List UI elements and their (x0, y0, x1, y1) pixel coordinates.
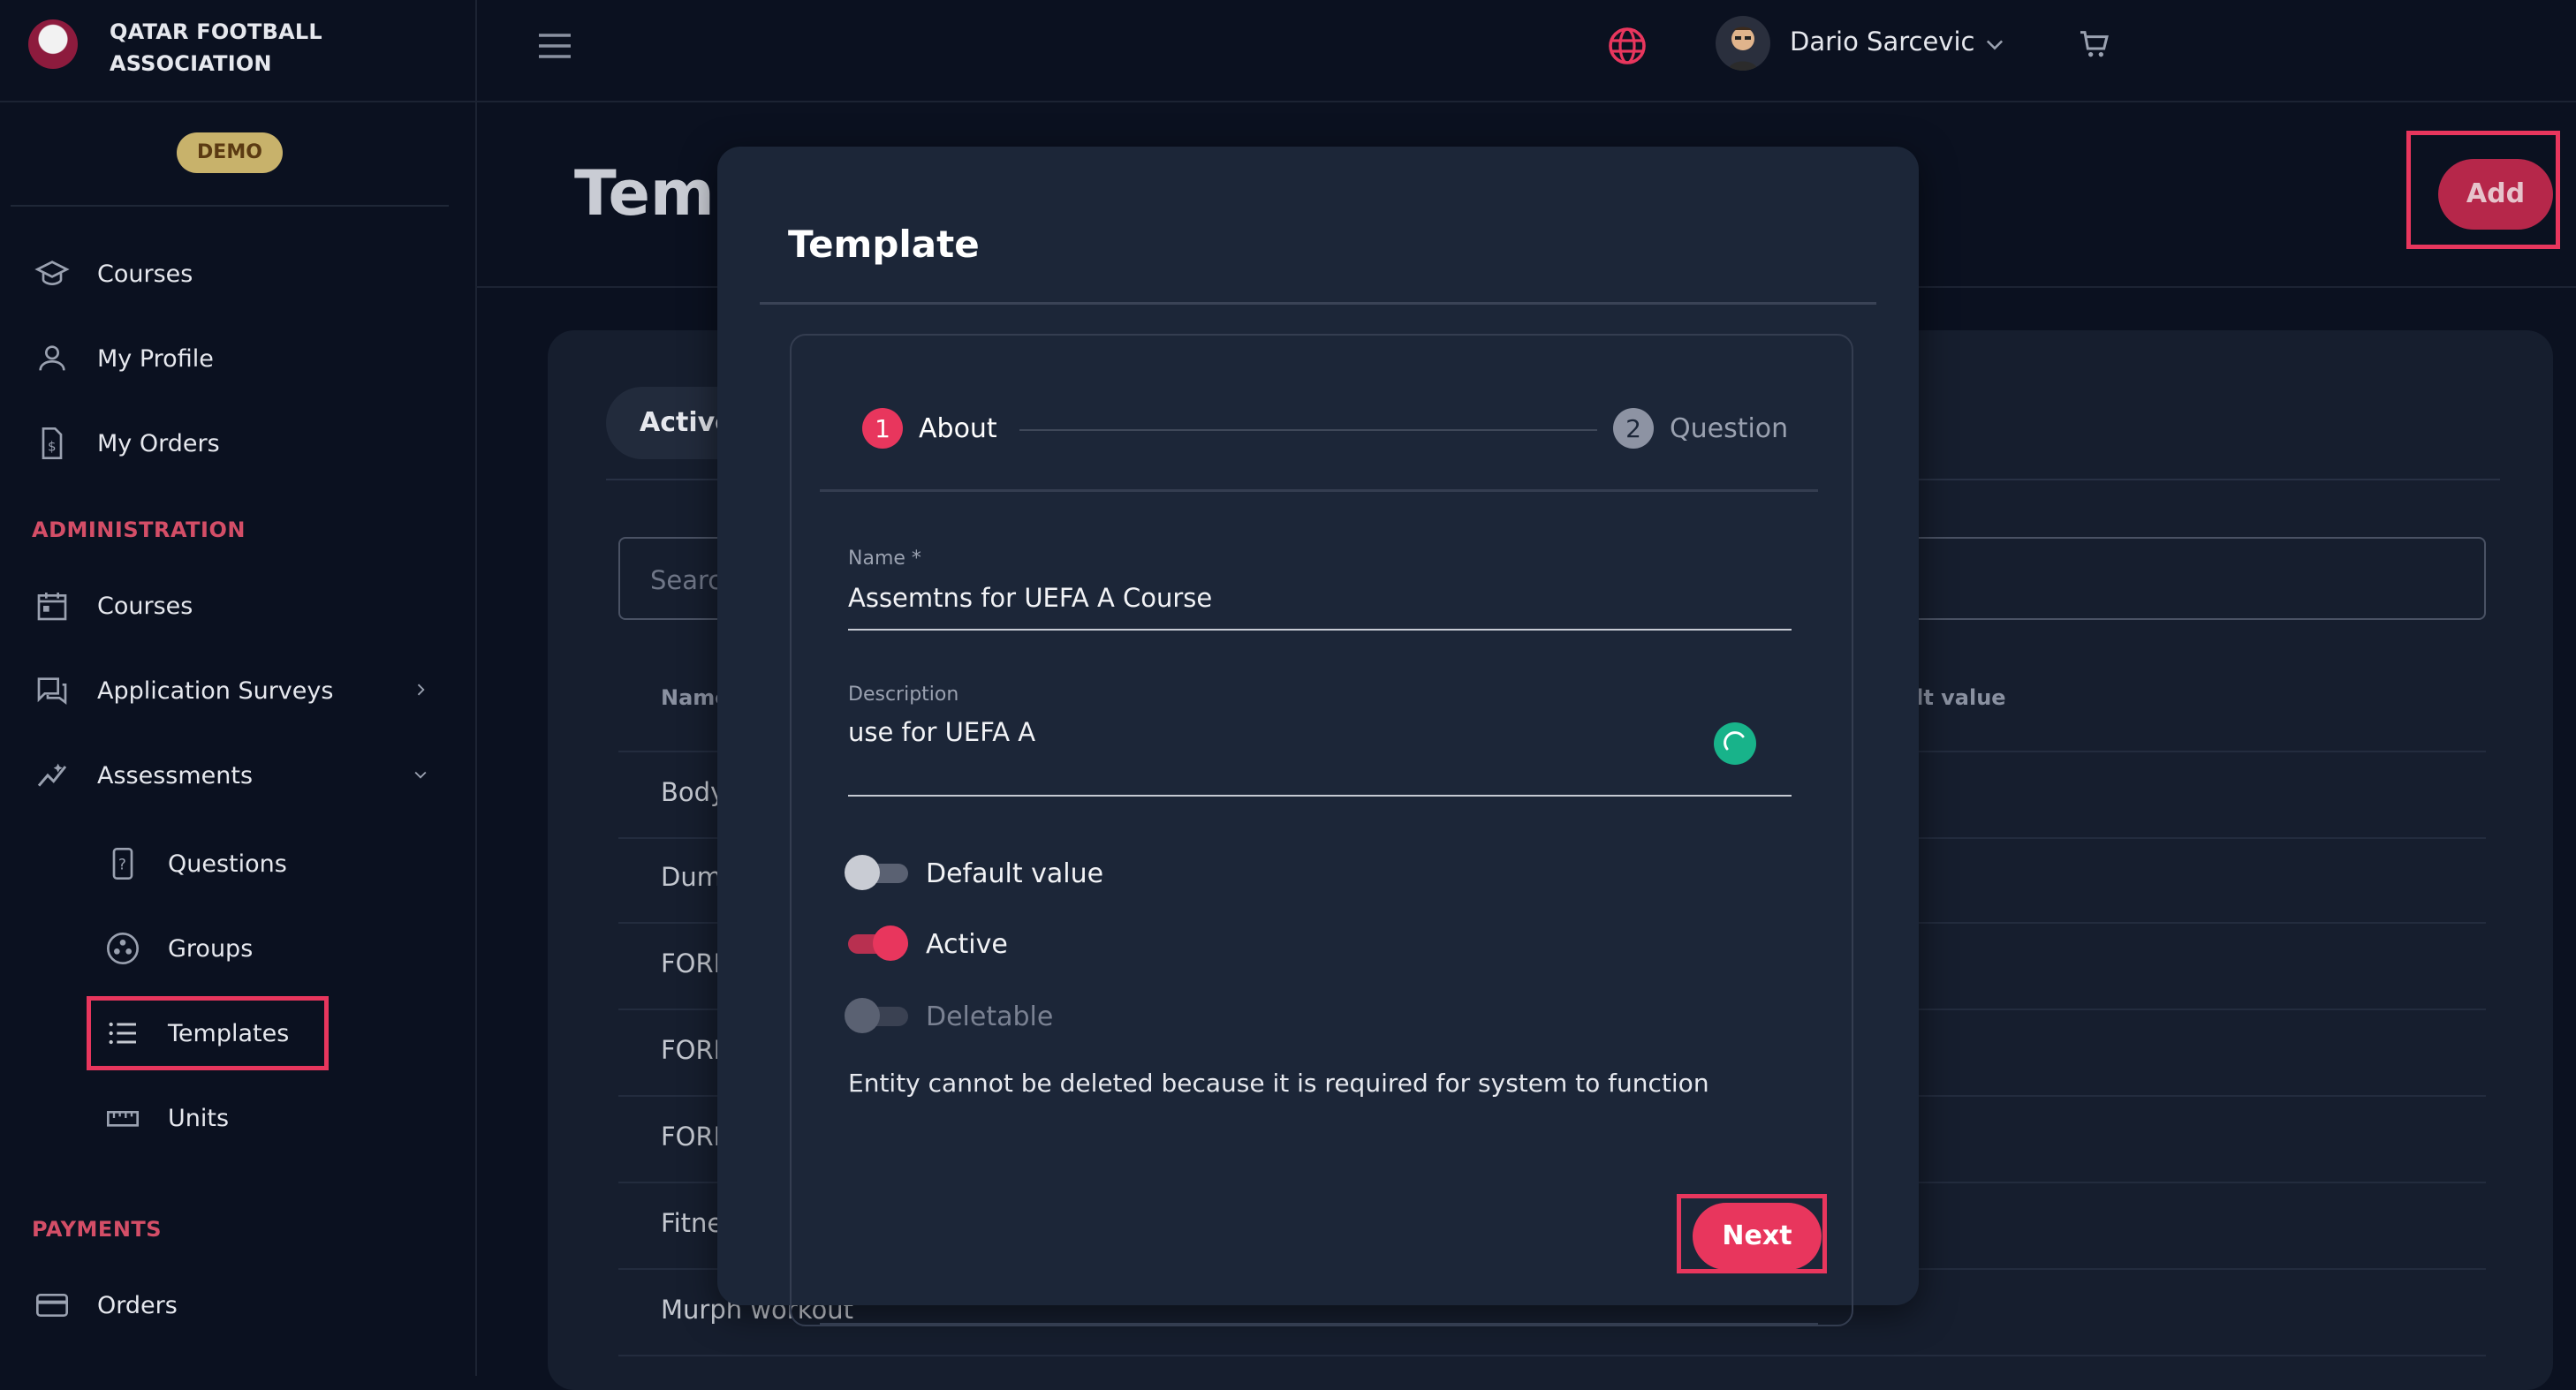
calendar-icon (32, 585, 72, 626)
sidebar-item-label: My Profile (97, 344, 214, 373)
deletable-note: Entity cannot be deleted because it is r… (848, 1069, 1709, 1098)
groups-icon (102, 928, 143, 969)
actions-divider (820, 1323, 1818, 1326)
modal-divider (760, 302, 1876, 305)
deletable-label: Deletable (926, 1001, 1054, 1032)
loading-spinner-icon (1714, 722, 1756, 765)
brand-name: QATAR FOOTBALL ASSOCIATION (110, 16, 322, 79)
chevron-down-icon[interactable] (1982, 32, 2007, 57)
svg-text:?: ? (118, 857, 126, 873)
top-bar (477, 0, 2576, 102)
description-field[interactable]: use for UEFA A (848, 717, 1035, 747)
section-administration: ADMINISTRATION (32, 517, 246, 542)
section-payments: PAYMENTS (32, 1217, 163, 1242)
step-2-label: Question (1670, 412, 1789, 444)
menu-icon[interactable] (537, 32, 572, 60)
question-doc-icon: ? (102, 843, 143, 884)
user-icon (32, 338, 72, 379)
sidebar: QATAR FOOTBALL ASSOCIATION DEMO Courses … (0, 0, 477, 1376)
invoice-icon: $ (32, 423, 72, 464)
deletable-toggle (845, 998, 908, 1033)
chevron-down-icon (412, 762, 429, 789)
avatar[interactable] (1716, 16, 1770, 71)
sidebar-item-my-profile[interactable]: My Profile (32, 334, 214, 383)
user-name[interactable]: Dario Sarcevic (1790, 26, 1974, 57)
toggle-knob (873, 925, 908, 961)
brand-name-line2: ASSOCIATION (110, 51, 272, 76)
globe-icon[interactable] (1606, 25, 1648, 67)
graduation-cap-icon (32, 253, 72, 294)
sidebar-item-label: Questions (168, 850, 287, 878)
card-icon (32, 1285, 72, 1326)
add-highlight (2406, 131, 2560, 249)
name-field-label: Name * (848, 548, 921, 570)
default-value-toggle[interactable] (845, 855, 908, 890)
sidebar-item-courses[interactable]: Courses (32, 249, 193, 298)
chart-line-icon (32, 755, 72, 796)
name-field[interactable]: Assemtns for UEFA A Course (848, 583, 1212, 613)
description-field-underline (848, 795, 1792, 797)
cart-icon[interactable] (2076, 26, 2111, 62)
default-value-label: Default value (926, 858, 1104, 889)
sidebar-item-groups[interactable]: Groups (102, 924, 253, 973)
sidebar-item-label: Courses (97, 592, 193, 620)
step-1-label: About (919, 412, 997, 444)
step-1-number: 1 (862, 408, 903, 449)
sidebar-item-assessments[interactable]: Assessments (32, 751, 429, 800)
toggle-knob (845, 855, 880, 890)
search-placeholder: Searc (650, 565, 723, 595)
name-field-underline (848, 629, 1792, 631)
sidebar-item-label: My Orders (97, 429, 220, 457)
qfa-logo (28, 19, 78, 69)
next-highlight (1677, 1194, 1827, 1273)
stepper-connector (1019, 429, 1597, 431)
chat-icon (32, 670, 72, 711)
sidebar-item-label: Application Surveys (97, 676, 334, 705)
stepper-panel: 1 About 2 Question Name * Assemtns for U… (790, 334, 1853, 1326)
svg-text:$: $ (48, 438, 57, 454)
step-question[interactable]: 2 Question (1613, 408, 1788, 449)
stepper-divider (820, 489, 1818, 492)
brand-name-line1: QATAR FOOTBALL (110, 19, 322, 44)
active-label: Active (926, 929, 1008, 960)
template-modal: Template 1 About 2 Question Name * Assem… (717, 147, 1919, 1326)
active-toggle[interactable] (845, 925, 908, 961)
step-2-number: 2 (1613, 408, 1654, 449)
sidebar-item-admin-courses[interactable]: Courses (32, 581, 193, 631)
sidebar-item-label: Orders (97, 1291, 178, 1319)
description-field-label: Description (848, 684, 959, 706)
toggle-knob (845, 998, 880, 1033)
sidebar-item-units[interactable]: Units (102, 1093, 229, 1143)
demo-badge: DEMO (177, 132, 283, 173)
sidebar-item-orders[interactable]: Orders (32, 1280, 178, 1330)
row-name: Body (661, 777, 726, 807)
brand: QATAR FOOTBALL ASSOCIATION (0, 0, 475, 102)
sidebar-item-label: Assessments (97, 761, 254, 789)
step-about[interactable]: 1 About (862, 408, 997, 449)
sidebar-item-label: Courses (97, 260, 193, 288)
chevron-right-icon (412, 677, 429, 705)
sidebar-item-application-surveys[interactable]: Application Surveys (32, 666, 429, 715)
sidebar-item-questions[interactable]: ? Questions (102, 839, 287, 888)
sidebar-item-label: Units (168, 1104, 230, 1132)
templates-highlight (87, 996, 329, 1070)
sidebar-item-label: Groups (168, 934, 254, 963)
modal-title: Template (788, 223, 980, 266)
row-name: Fitne (661, 1208, 724, 1238)
sidebar-divider (11, 205, 449, 207)
sidebar-item-my-orders[interactable]: $ My Orders (32, 419, 220, 468)
ruler-icon (102, 1098, 143, 1138)
